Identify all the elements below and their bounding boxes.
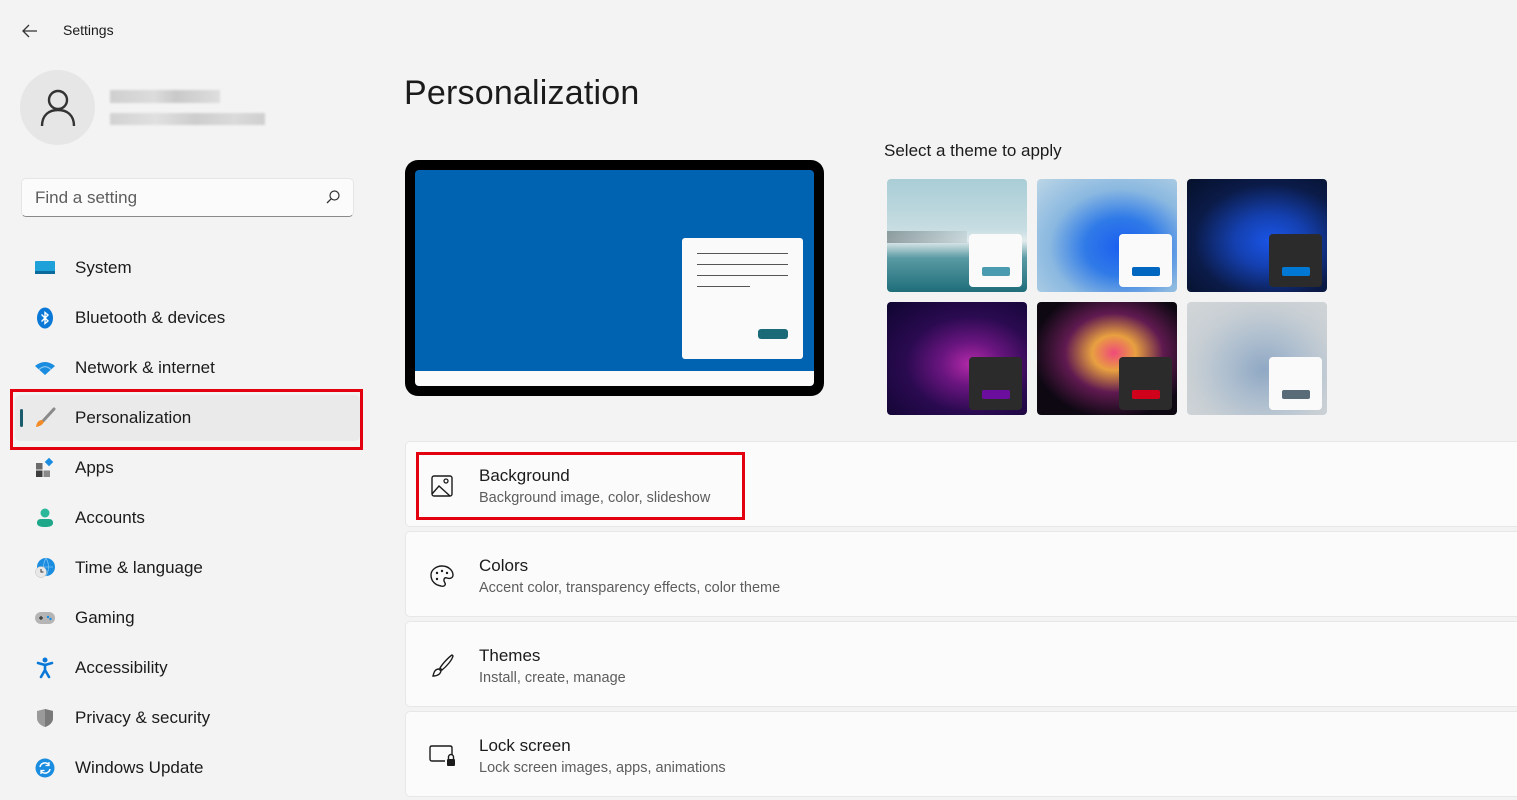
sidebar-item-label: Apps: [75, 458, 114, 477]
sidebar-nav: System Bluetooth & devices Network & int…: [15, 245, 360, 795]
shield-icon: [34, 707, 56, 729]
sidebar-item-label: Gaming: [75, 608, 135, 627]
preview-line: [697, 264, 788, 265]
sidebar-item-label: System: [75, 258, 132, 277]
active-indicator: [20, 409, 23, 427]
preview-line: [697, 275, 788, 276]
avatar[interactable]: [20, 70, 95, 145]
lock-screen-icon: [428, 742, 456, 770]
sidebar-item-accessibility[interactable]: Accessibility: [15, 645, 360, 691]
sidebar-item-label: Accessibility: [75, 658, 168, 677]
bluetooth-icon: [34, 307, 56, 329]
card-subtitle: Accent color, transparency effects, colo…: [479, 580, 781, 596]
wifi-icon: [34, 357, 56, 379]
theme-thumbnail-0[interactable]: [887, 179, 1027, 292]
preview-taskbar: [415, 371, 814, 386]
themes-grid: [887, 179, 1328, 415]
preview-line: [697, 253, 788, 254]
sidebar-item-network[interactable]: Network & internet: [15, 345, 360, 391]
sidebar-item-label: Bluetooth & devices: [75, 308, 226, 327]
card-title: Colors: [479, 556, 529, 575]
sidebar-item-apps[interactable]: Apps: [15, 445, 360, 491]
image-icon: [428, 472, 456, 500]
theme-window-preview: [1119, 357, 1172, 410]
sidebar-item-label: Accounts: [75, 508, 145, 527]
accessibility-icon: [34, 657, 56, 679]
system-icon: [34, 257, 56, 279]
title-bar: Settings: [0, 0, 380, 60]
preview-accent-button: [758, 329, 788, 339]
search-icon[interactable]: [325, 189, 341, 205]
card-subtitle: Lock screen images, apps, animations: [479, 760, 726, 776]
sidebar-item-personalization[interactable]: Personalization: [15, 395, 360, 441]
sidebar-item-windows-update[interactable]: Windows Update: [15, 745, 360, 791]
card-lock-screen[interactable]: Lock screen Lock screen images, apps, an…: [405, 711, 1517, 797]
sidebar-item-bluetooth[interactable]: Bluetooth & devices: [15, 295, 360, 341]
sidebar-item-accounts[interactable]: Accounts: [15, 495, 360, 541]
update-icon: [34, 757, 56, 779]
accounts-icon: [34, 507, 56, 529]
sidebar-item-gaming[interactable]: Gaming: [15, 595, 360, 641]
search-input[interactable]: [22, 179, 353, 216]
theme-thumbnail-3[interactable]: [887, 302, 1027, 415]
brush-icon: [428, 652, 456, 680]
gamepad-icon: [34, 607, 56, 629]
card-title: Lock screen: [479, 736, 571, 755]
card-title: Background: [479, 466, 570, 485]
sidebar-item-label: Privacy & security: [75, 708, 211, 727]
theme-window-preview: [1269, 357, 1322, 410]
back-button[interactable]: [16, 18, 44, 44]
person-icon: [40, 89, 75, 126]
card-title: Themes: [479, 646, 541, 665]
profile-email-blurred: [110, 113, 265, 125]
theme-window-preview: [1119, 234, 1172, 287]
sidebar-item-system[interactable]: System: [15, 245, 360, 291]
sidebar-item-label: Time & language: [75, 558, 203, 577]
theme-thumbnail-5[interactable]: [1187, 302, 1327, 415]
palette-icon: [428, 562, 456, 590]
sidebar-item-time-language[interactable]: Time & language: [15, 545, 360, 591]
sidebar-item-label: Windows Update: [75, 758, 204, 777]
card-subtitle: Install, create, manage: [479, 670, 626, 686]
sidebar-item-label: Personalization: [75, 408, 192, 427]
theme-thumbnail-4[interactable]: [1037, 302, 1177, 415]
card-themes[interactable]: Themes Install, create, manage: [405, 621, 1517, 707]
preview-window: [682, 238, 803, 359]
search-box[interactable]: [21, 178, 354, 217]
preview-line: [697, 286, 750, 287]
app-title: Settings: [63, 22, 114, 38]
themes-label: Select a theme to apply: [884, 141, 1062, 160]
card-subtitle: Background image, color, slideshow: [479, 490, 711, 506]
theme-window-preview: [1269, 234, 1322, 287]
theme-preview: [405, 160, 824, 396]
paintbrush-icon: [34, 407, 56, 429]
apps-icon: [34, 457, 56, 479]
card-background[interactable]: Background Background image, color, slid…: [405, 441, 1517, 527]
profile-name-blurred: [110, 90, 220, 103]
preview-desktop: [415, 170, 814, 386]
sidebar-item-label: Network & internet: [75, 358, 215, 377]
back-arrow-icon: [22, 24, 37, 38]
card-colors[interactable]: Colors Accent color, transparency effect…: [405, 531, 1517, 617]
theme-thumbnail-1[interactable]: [1037, 179, 1177, 292]
page-title: Personalization: [404, 74, 640, 112]
time-language-icon: [34, 557, 56, 579]
theme-window-preview: [969, 234, 1022, 287]
theme-window-preview: [969, 357, 1022, 410]
sidebar-item-privacy[interactable]: Privacy & security: [15, 695, 360, 741]
theme-thumbnail-2[interactable]: [1187, 179, 1327, 292]
